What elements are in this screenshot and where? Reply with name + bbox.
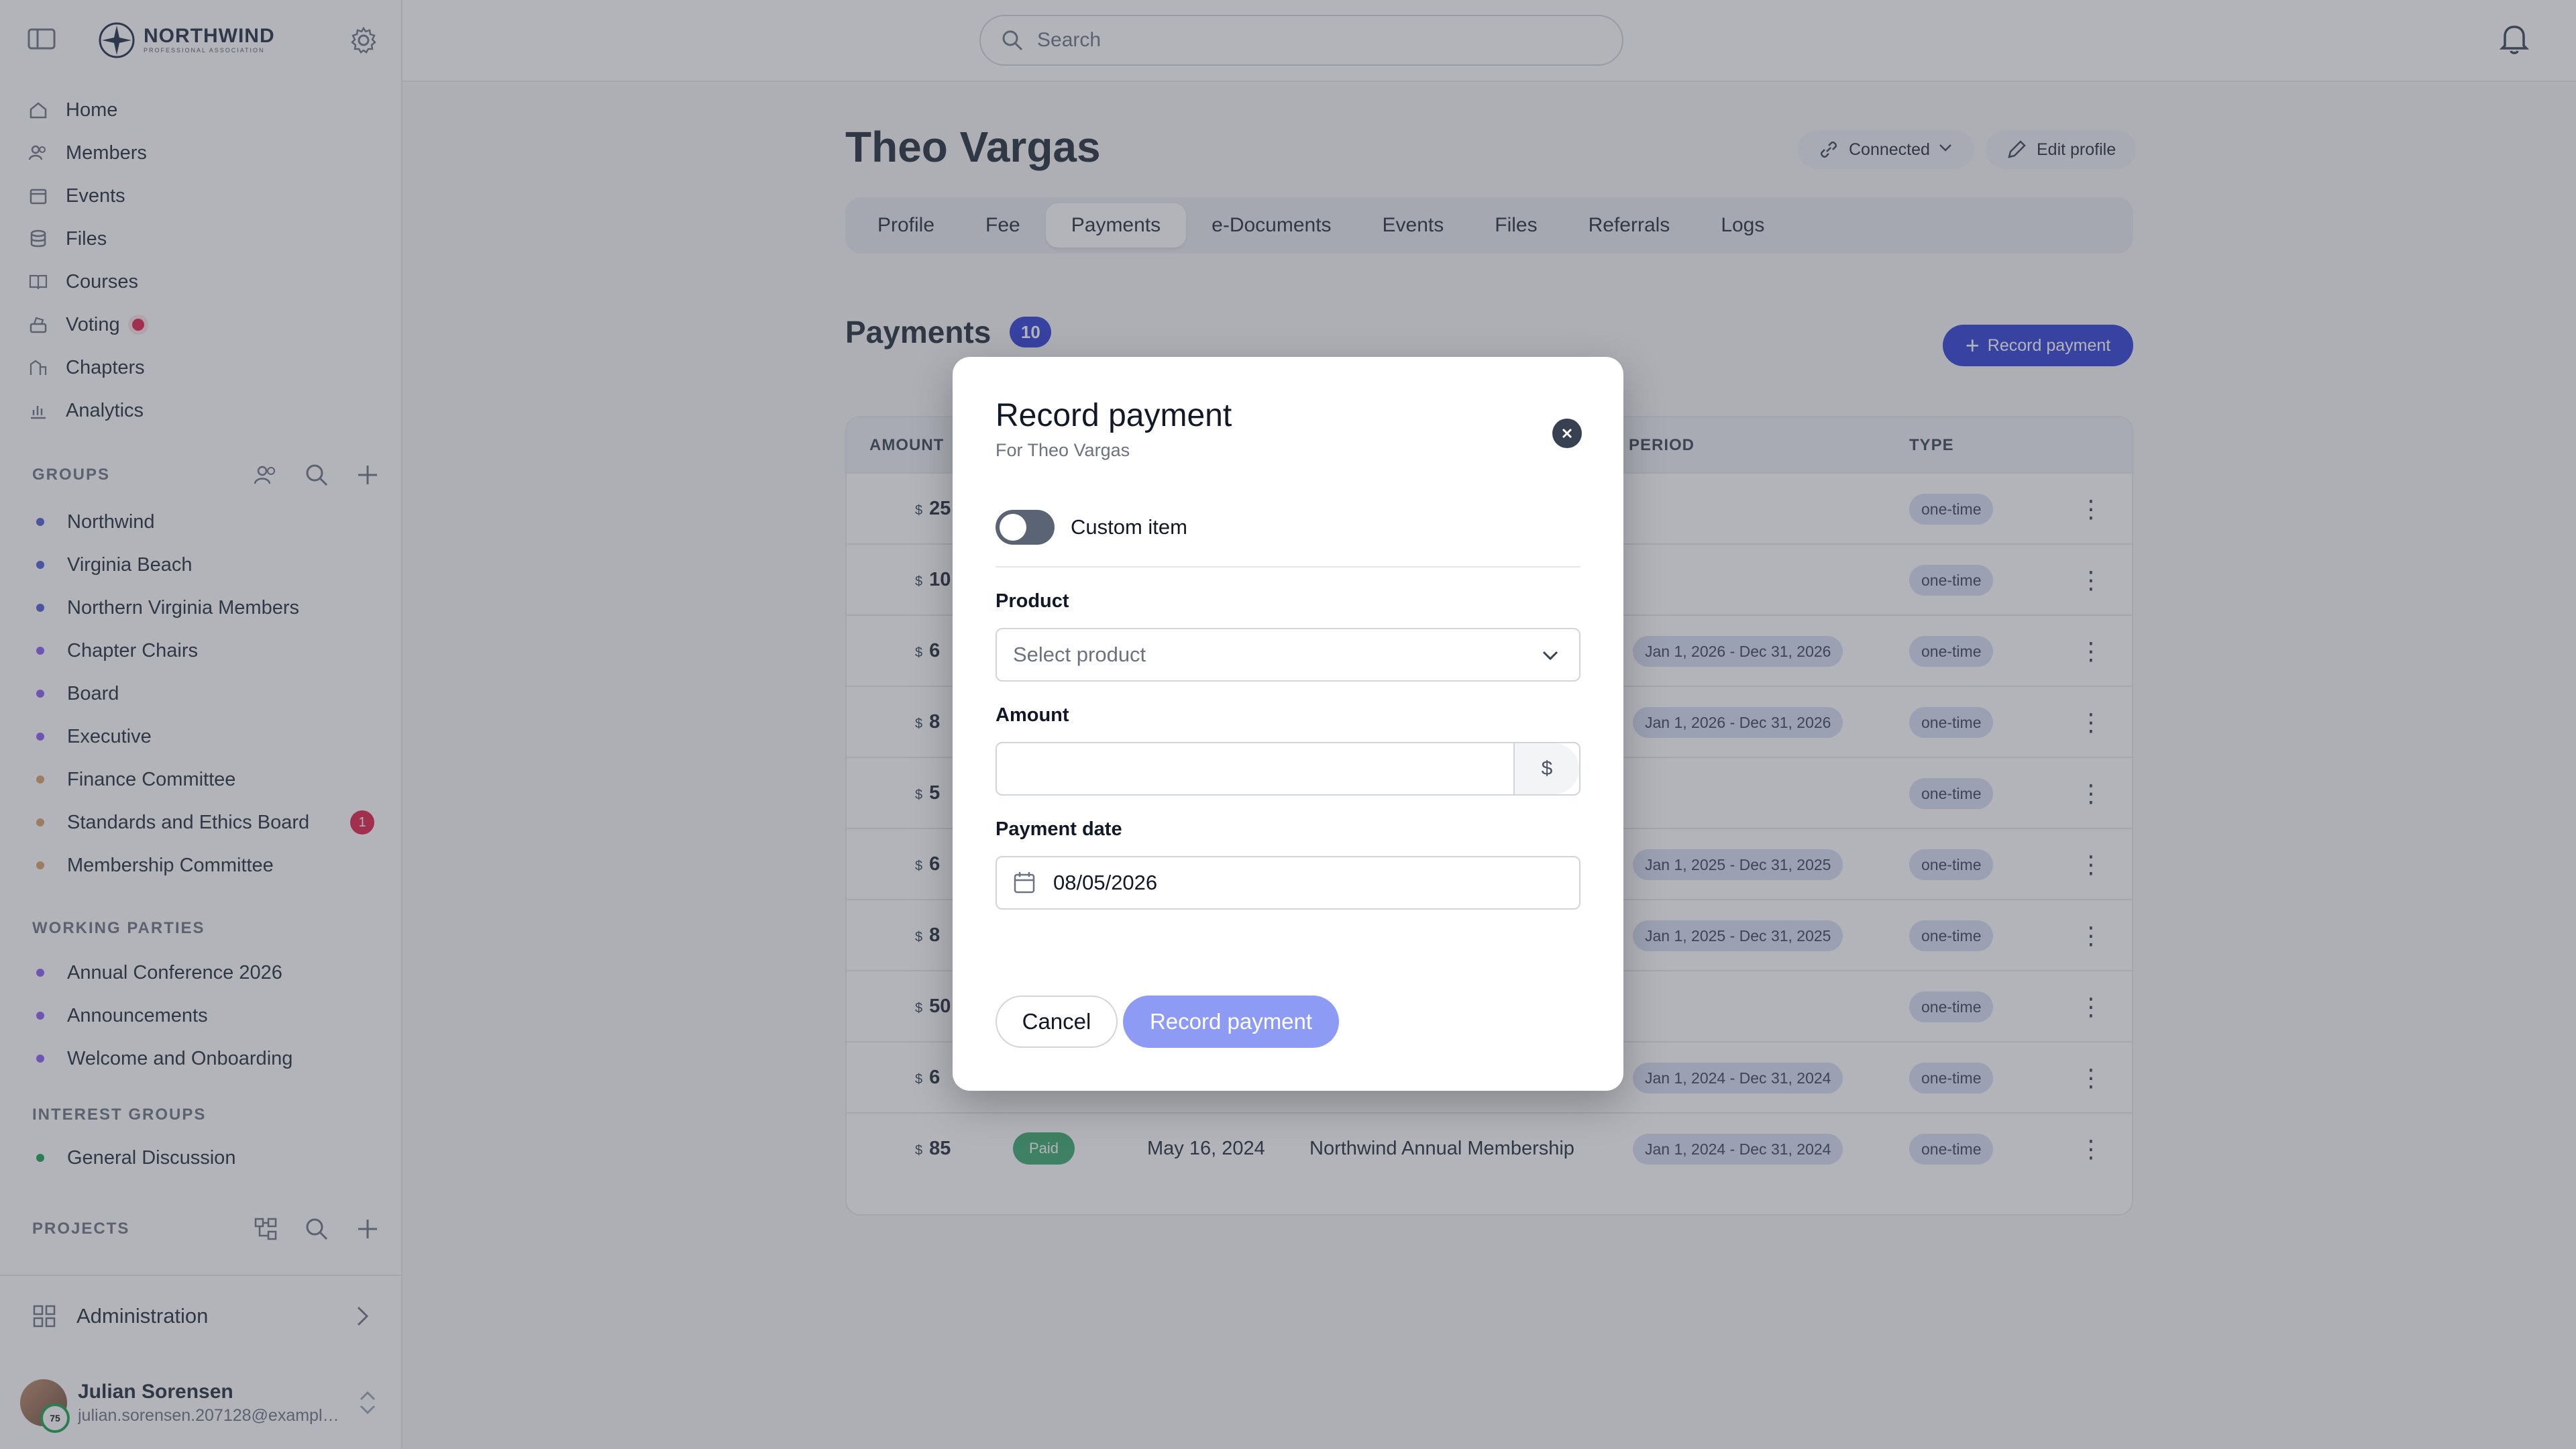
custom-item-row: Custom item [996,510,1187,545]
custom-item-label: Custom item [1071,515,1187,539]
calendar-icon [1012,870,1037,896]
product-select[interactable]: Select product [996,628,1580,682]
amount-field[interactable]: $ [996,742,1580,796]
amount-label: Amount [996,704,1069,726]
custom-item-toggle[interactable] [996,510,1055,545]
currency-addon: $ [1513,743,1579,794]
divider [996,566,1580,568]
app-root: NORTHWIND PROFESSIONAL ASSOCIATION Home … [0,0,2576,1449]
dialog-title: Record payment [996,398,1232,433]
cancel-button[interactable]: Cancel [996,996,1118,1048]
chevron-down-icon [1539,644,1562,667]
dialog-subtitle: For Theo Vargas [996,440,1130,460]
close-icon[interactable] [1552,419,1582,448]
payment-date-field[interactable]: 08/05/2026 [996,856,1580,910]
toggle-knob [1000,514,1026,541]
payment-date-value: 08/05/2026 [1053,871,1158,894]
record-payment-dialog: Record payment For Theo Vargas Custom it… [953,357,1623,1091]
product-label: Product [996,590,1069,612]
submit-record-payment-button[interactable]: Record payment [1123,996,1339,1048]
payment-date-label: Payment date [996,818,1122,840]
product-placeholder: Select product [1013,643,1146,666]
